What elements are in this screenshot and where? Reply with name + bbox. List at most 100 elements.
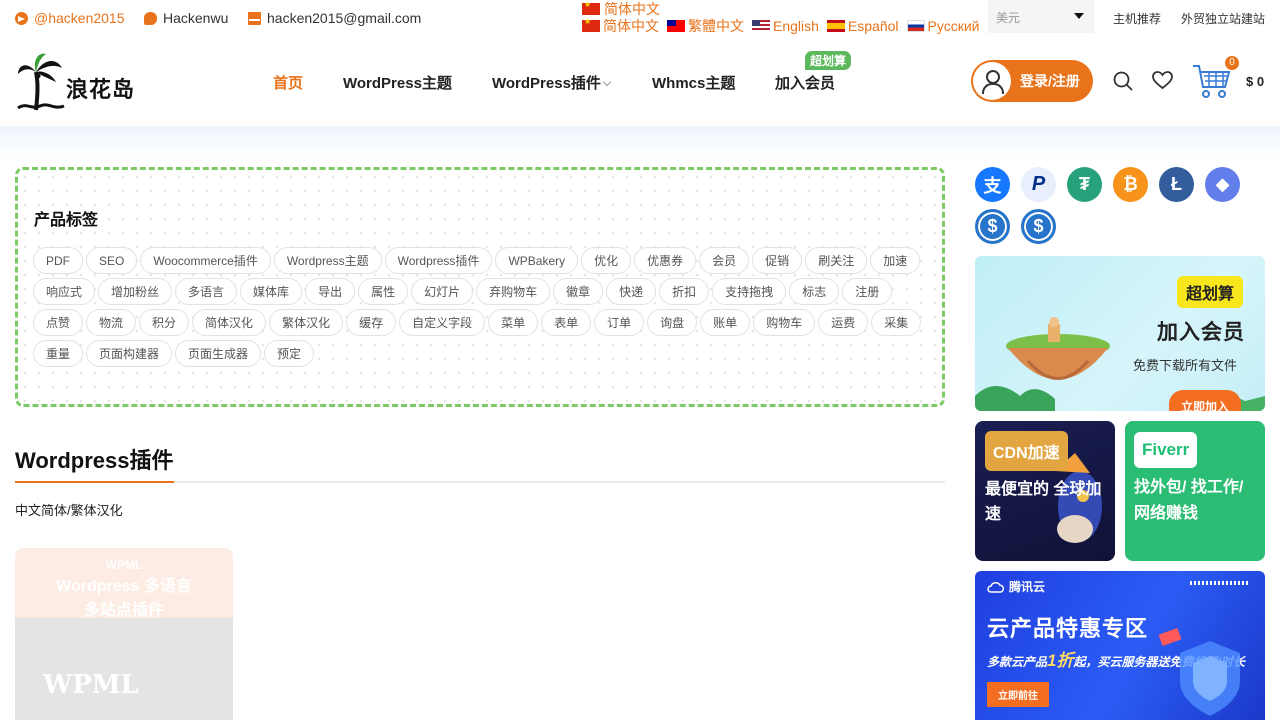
cart-total: $ 0: [1246, 74, 1265, 89]
tencent-cloud-logo: 腾讯云: [987, 578, 1045, 595]
join-now-button[interactable]: 立即加入: [1169, 390, 1242, 411]
tag-chip[interactable]: 表单: [541, 309, 592, 336]
tag-chip[interactable]: 菜单: [488, 309, 539, 336]
login-register-button[interactable]: 登录/注册: [971, 60, 1093, 102]
china-flag-icon: [582, 17, 600, 32]
fiverr-text: 找外包/ 找工作/ 网络赚钱: [1134, 479, 1244, 522]
nav-wordpress-plugins[interactable]: WordPress插件: [492, 72, 612, 93]
telegram-icon: [15, 11, 28, 25]
tag-chip[interactable]: 繁体汉化: [269, 309, 344, 336]
tag-chip[interactable]: 标志: [789, 278, 840, 305]
wechat-contact[interactable]: Hackenwu: [144, 10, 228, 26]
tag-chip[interactable]: 加速: [870, 247, 921, 274]
go-now-button[interactable]: 立即前往: [987, 682, 1049, 707]
tag-chip[interactable]: PDF: [33, 247, 83, 274]
tag-chip[interactable]: Wordpress主题: [273, 247, 382, 274]
logo-text: 浪花岛: [66, 78, 136, 103]
currency-select[interactable]: 美元: [988, 0, 1094, 33]
tag-chip[interactable]: 幻灯片: [411, 278, 474, 305]
tag-chip[interactable]: 页面构建器: [86, 340, 173, 367]
tag-chip[interactable]: 徽章: [553, 278, 604, 305]
top-bar: @hacken2015 Hackenwu hacken2015@gmail.co…: [0, 0, 1280, 36]
heart-icon[interactable]: [1152, 71, 1173, 90]
telegram-contact[interactable]: @hacken2015: [15, 10, 125, 26]
tag-chip[interactable]: Wordpress插件: [384, 247, 493, 274]
language-current[interactable]: 简体中文: [582, 0, 983, 17]
tag-chip[interactable]: 注册: [842, 278, 893, 305]
tag-chip[interactable]: 重量: [33, 340, 84, 367]
cloud-icon: [987, 581, 1005, 593]
tag-chip[interactable]: 预定: [264, 340, 315, 367]
tag-chip[interactable]: 弃购物车: [476, 278, 551, 305]
tag-chip[interactable]: 购物车: [753, 309, 816, 336]
language-option-en[interactable]: English: [752, 18, 819, 34]
product-card[interactable]: WPML Wordpress 多语言 多站点插件 WPML: [15, 548, 233, 720]
tag-chip[interactable]: 刷关注: [805, 247, 868, 274]
tag-chip[interactable]: 点赞: [33, 309, 84, 336]
tag-chip[interactable]: 页面生成器: [175, 340, 262, 367]
subcategory-link[interactable]: 中文简体/繁体汉化: [15, 500, 123, 519]
tag-chip[interactable]: 积分: [139, 309, 190, 336]
tag-chip[interactable]: 物流: [86, 309, 137, 336]
cdn-banner[interactable]: CDN加速 最便宜的 全球加速: [975, 421, 1115, 561]
email-contact[interactable]: hacken2015@gmail.com: [248, 10, 421, 26]
tag-chip[interactable]: 自定义字段: [399, 309, 486, 336]
search-icon[interactable]: [1113, 71, 1133, 91]
site-building-link[interactable]: 外贸独立站建站: [1181, 10, 1265, 27]
tag-chip[interactable]: 促销: [752, 247, 803, 274]
nav-deal-badge: 超划算: [805, 51, 852, 70]
payment-methods: 支 P ₮ ₿ Ł ◆ $ $: [975, 167, 1265, 251]
tag-chip[interactable]: 属性: [358, 278, 409, 305]
caret-down-icon: [1074, 13, 1084, 19]
wpml-logo: WPML: [43, 670, 139, 700]
tag-chip[interactable]: 订单: [594, 309, 645, 336]
tag-chip[interactable]: 简体汉化: [192, 309, 267, 336]
tag-chip[interactable]: 会员: [699, 247, 750, 274]
cart-count-badge: 0: [1225, 56, 1239, 70]
section-title: Wordpress插件: [15, 448, 174, 473]
language-option-ru[interactable]: Русский: [906, 18, 979, 34]
paypal-icon: P: [1021, 167, 1056, 202]
member-deal-badge: 超划算: [1177, 276, 1244, 308]
mail-icon: [248, 11, 261, 25]
cart-icon[interactable]: [1192, 63, 1232, 99]
tag-chip[interactable]: 多语言: [175, 278, 238, 305]
tag-chip[interactable]: 支持拖拽: [712, 278, 787, 305]
login-register-label: 登录/注册: [1020, 73, 1080, 89]
nav-join-membership[interactable]: 加入会员: [775, 72, 835, 93]
membership-banner[interactable]: 超划算 加入会员 免费下载所有文件 立即加入: [975, 256, 1265, 411]
tag-chip[interactable]: 响应式: [33, 278, 96, 305]
fiverr-banner[interactable]: Fiverr 找外包/ 找工作/ 网络赚钱: [1125, 421, 1265, 561]
alipay-icon: 支: [975, 167, 1010, 202]
nav-wordpress-themes[interactable]: WordPress主题: [343, 72, 452, 93]
telegram-handle: @hacken2015: [34, 10, 125, 26]
language-option-zh-cn[interactable]: 简体中文: [582, 16, 659, 36]
language-option-es[interactable]: Español: [826, 18, 899, 34]
member-subtitle: 免费下载所有文件: [1133, 358, 1238, 373]
language-option-zh-tw[interactable]: 繁體中文: [667, 16, 744, 36]
tag-chip[interactable]: SEO: [86, 247, 138, 274]
tag-cloud: PDF SEO Woocommerce插件 Wordpress主题 Wordpress插…: [33, 247, 923, 367]
bitcoin-icon: ₿: [1113, 167, 1148, 202]
hosting-link[interactable]: 主机推荐: [1113, 10, 1161, 27]
tag-chip[interactable]: 优惠券: [634, 247, 697, 274]
tag-chip[interactable]: 折扣: [659, 278, 710, 305]
tag-chip[interactable]: 采集: [871, 309, 922, 336]
site-logo[interactable]: 浪花岛: [16, 52, 141, 112]
product-card-caption: WPML Wordpress 多语言 多站点插件: [56, 558, 192, 619]
tag-chip[interactable]: WPBakery: [495, 247, 579, 274]
nav-whmcs-themes[interactable]: Whmcs主题: [652, 72, 735, 93]
tag-chip[interactable]: Woocommerce插件: [140, 247, 271, 274]
nav-home[interactable]: 首页: [273, 72, 303, 93]
tag-chip[interactable]: 媒体库: [240, 278, 303, 305]
tag-chip[interactable]: 快递: [606, 278, 657, 305]
tag-chip[interactable]: 账单: [700, 309, 751, 336]
tag-chip[interactable]: 导出: [305, 278, 356, 305]
tag-chip[interactable]: 询盘: [647, 309, 698, 336]
tag-chip[interactable]: 优化: [581, 247, 632, 274]
tag-chip[interactable]: 增加粉丝: [98, 278, 173, 305]
site-header: 浪花岛 首页 WordPress主题 WordPress插件 Whmcs主题 加…: [0, 36, 1280, 126]
tag-chip[interactable]: 运费: [818, 309, 869, 336]
tencent-cloud-banner[interactable]: 腾讯云 云产品特惠专区 多款云产品1折起，买云服务器送免费机器/时长 立即前往: [975, 571, 1265, 720]
tag-chip[interactable]: 缓存: [346, 309, 397, 336]
